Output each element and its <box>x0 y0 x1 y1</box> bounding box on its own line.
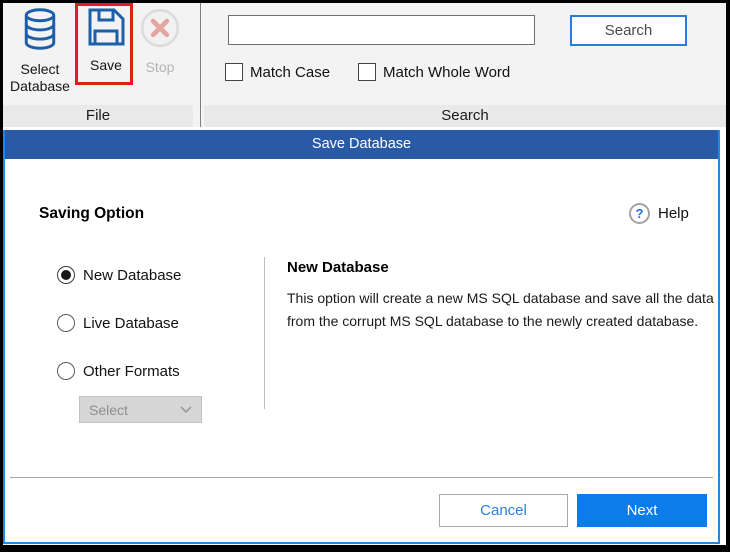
dialog-column-divider <box>264 257 265 409</box>
radio-button-icon[interactable] <box>57 314 75 332</box>
radio-button-icon[interactable] <box>57 362 75 380</box>
search-group-label: Search <box>204 105 726 127</box>
cancel-button[interactable]: Cancel <box>439 494 568 527</box>
save-label: Save <box>90 57 122 73</box>
help-label: Help <box>658 205 689 222</box>
stop-label: Stop <box>145 59 175 75</box>
save-icon <box>86 5 126 54</box>
stop-button: Stop <box>136 5 184 76</box>
database-icon <box>18 5 62 58</box>
ribbon-toolbar: Select Database Save Stop File Search Ma… <box>3 3 726 127</box>
radio-button-icon[interactable] <box>57 266 75 284</box>
select-database-button[interactable]: Select Database <box>8 5 72 95</box>
match-case-checkbox[interactable] <box>225 63 243 81</box>
help-icon: ? <box>629 203 650 224</box>
window-content: Select Database Save Stop File Search Ma… <box>3 3 726 545</box>
match-case-checkbox-row[interactable]: Match Case <box>225 61 330 83</box>
dialog-title-bar: Save Database <box>5 130 718 159</box>
radio-other-formats-label: Other Formats <box>83 362 180 380</box>
save-database-dialog: Save Database Saving Option ? Help New D… <box>3 130 720 544</box>
radio-other-formats[interactable]: Other Formats <box>57 360 180 382</box>
radio-live-database-label: Live Database <box>83 314 179 332</box>
footer-separator <box>10 477 713 478</box>
format-select-dropdown: Select <box>79 396 202 423</box>
app-window: Select Database Save Stop File Search Ma… <box>0 0 730 552</box>
chevron-down-icon <box>180 401 192 419</box>
help-button[interactable]: ? Help <box>629 203 689 224</box>
save-button[interactable]: Save <box>79 5 133 74</box>
radio-live-database[interactable]: Live Database <box>57 312 179 334</box>
match-whole-word-checkbox[interactable] <box>358 63 376 81</box>
option-detail-heading: New Database <box>287 259 389 276</box>
file-group-label: File <box>3 105 193 127</box>
radio-new-database[interactable]: New Database <box>57 264 181 286</box>
option-detail-description: This option will create a new MS SQL dat… <box>287 290 714 329</box>
select-database-label: Select Database <box>10 61 70 94</box>
radio-new-database-label: New Database <box>83 266 182 284</box>
search-input[interactable] <box>228 15 535 45</box>
ribbon-group-divider <box>200 3 201 127</box>
next-button[interactable]: Next <box>577 494 707 527</box>
match-whole-word-label: Match Whole Word <box>383 63 511 81</box>
saving-option-heading: Saving Option <box>39 205 145 222</box>
search-button[interactable]: Search <box>570 15 687 46</box>
match-whole-word-checkbox-row[interactable]: Match Whole Word <box>358 61 510 83</box>
match-case-label: Match Case <box>250 63 331 81</box>
stop-icon <box>139 5 181 56</box>
format-select-value: Select <box>89 401 128 418</box>
